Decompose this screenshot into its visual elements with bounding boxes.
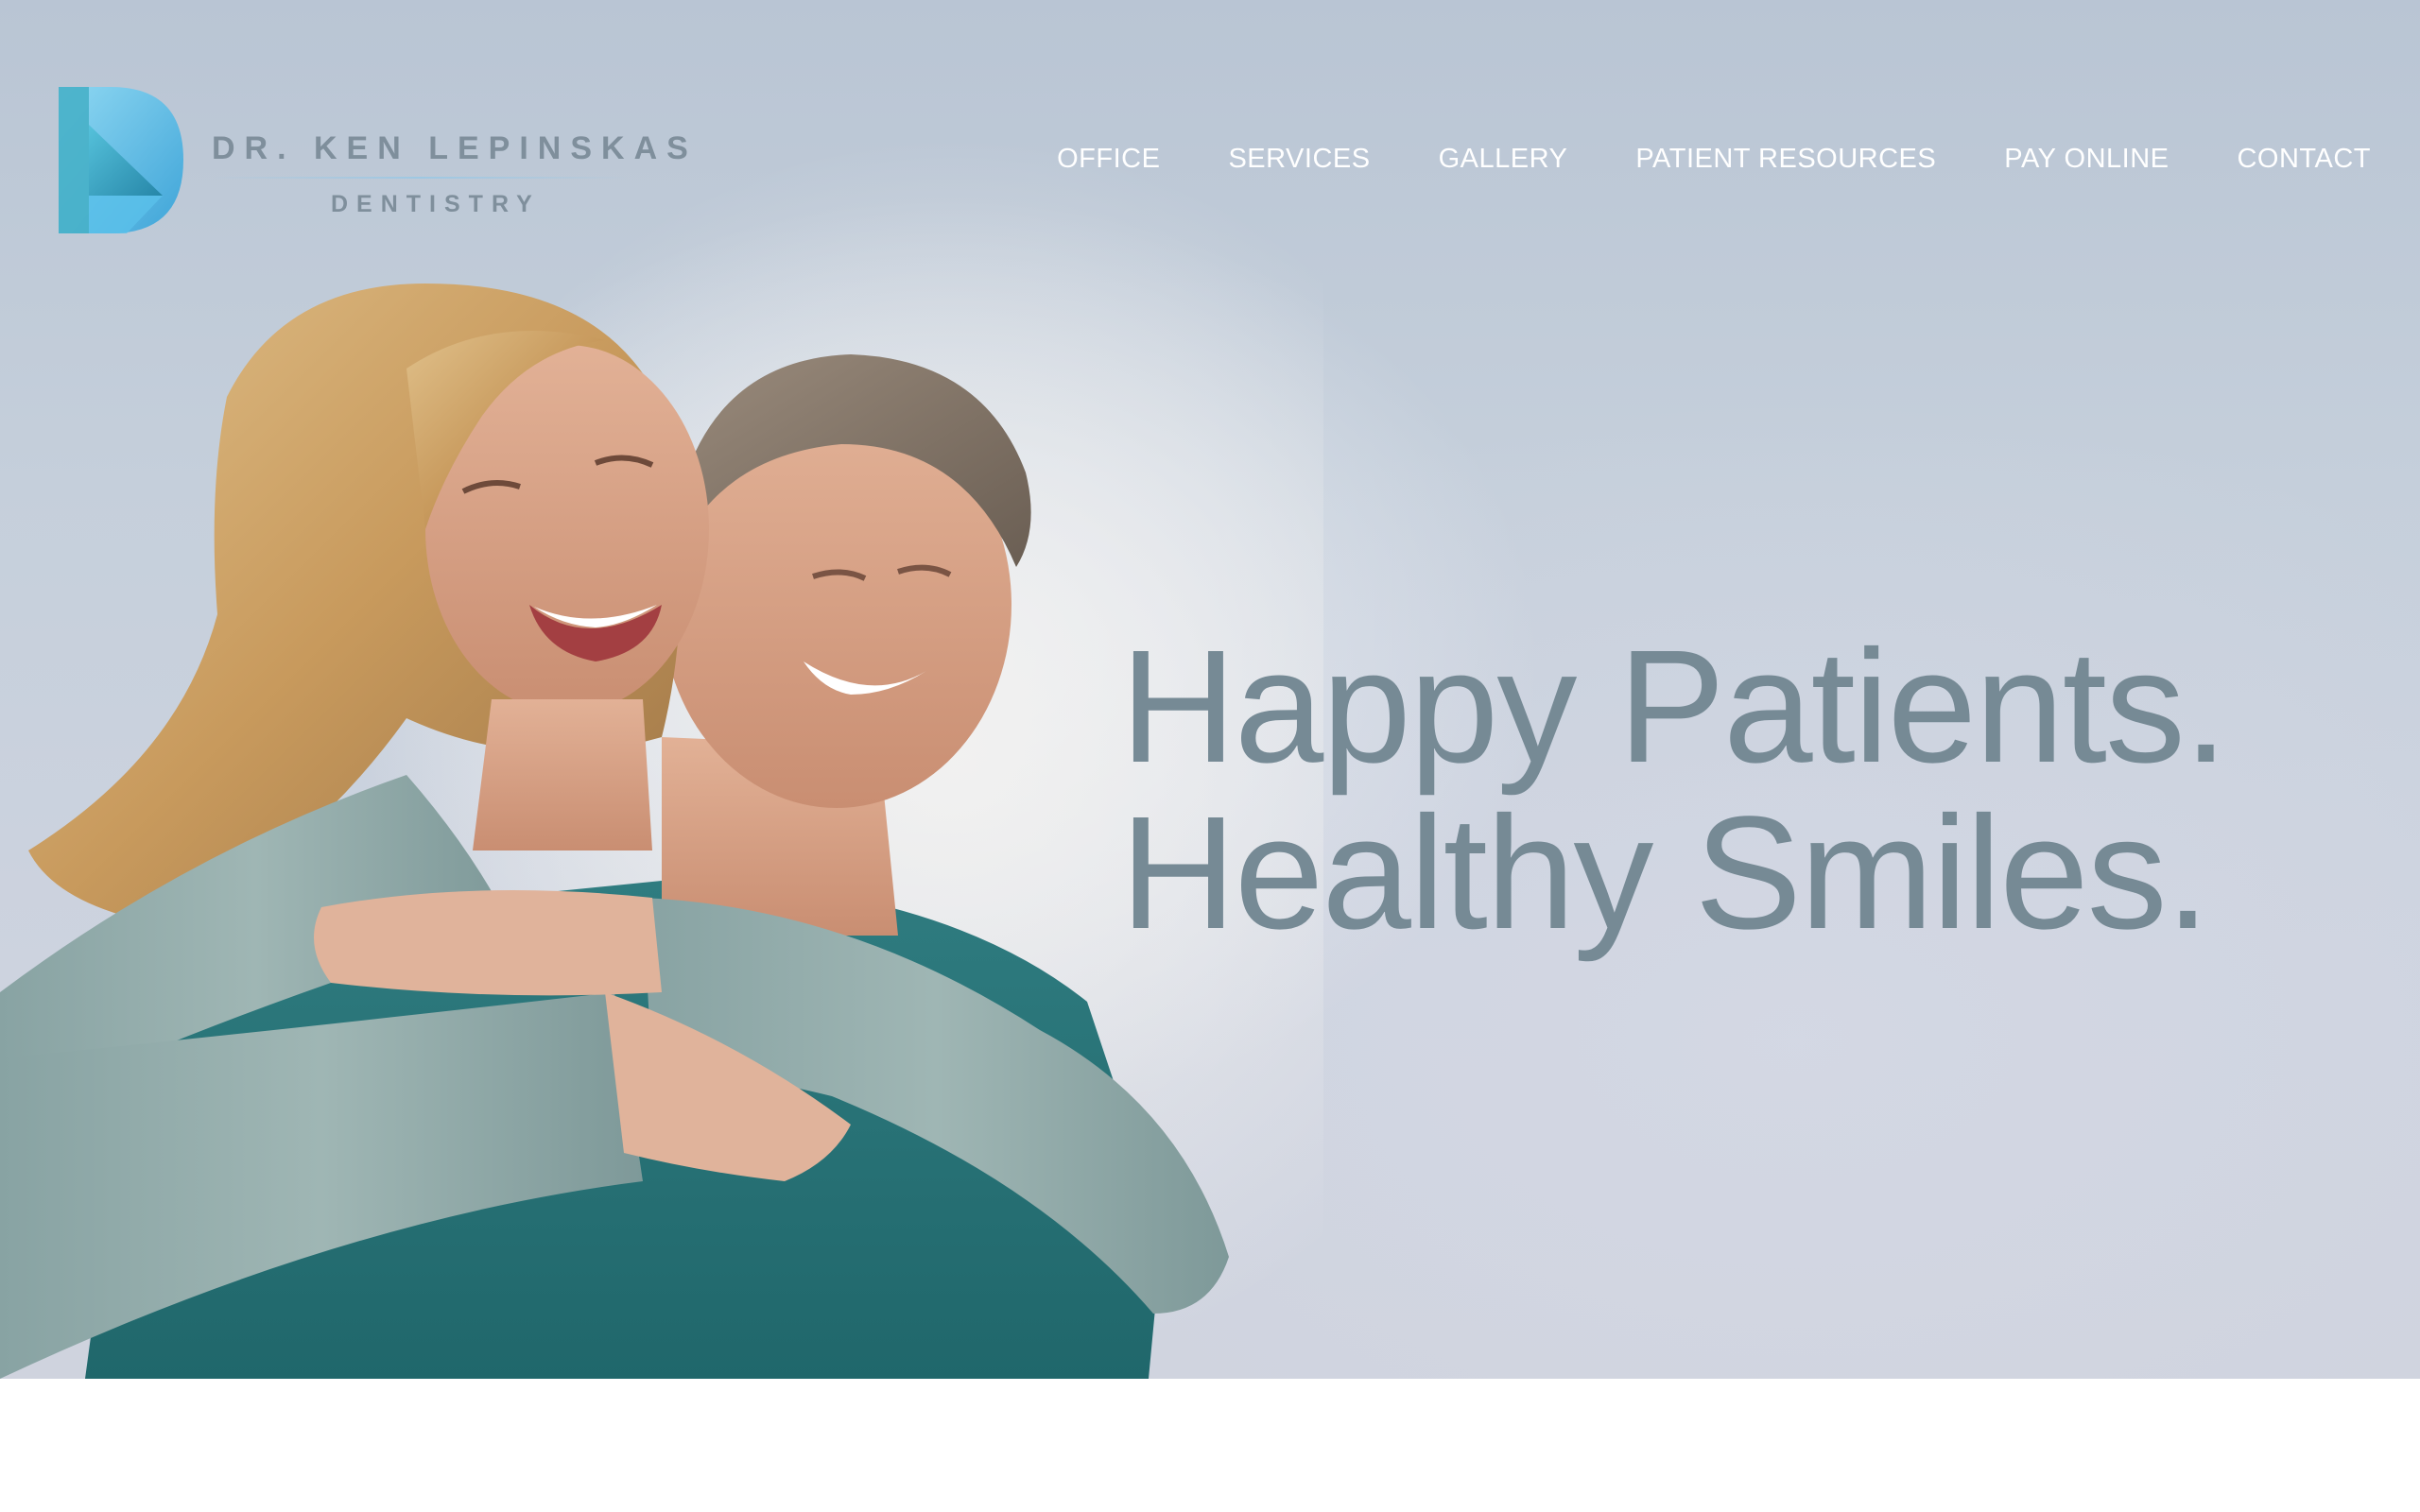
nav-item-gallery[interactable]: GALLERY [1439,144,1568,175]
nav-item-patient-resources[interactable]: PATIENT RESOURCES [1635,144,1936,175]
hero-section: DR. KEN LEPINSKAS DENTISTRY OFFICE SERVI… [0,0,2420,1379]
nav-item-services[interactable]: SERVICES [1228,144,1370,175]
nav-item-pay-online[interactable]: PAY ONLINE [2004,144,2169,175]
nav-item-office[interactable]: OFFICE [1057,144,1160,175]
brand-name: DR. KEN LEPINSKAS [212,130,698,166]
k-logo-icon [59,87,183,233]
main-nav: OFFICE SERVICES GALLERY PATIENT RESOURCE… [989,144,2371,175]
logo-divider [212,177,628,179]
hero-headline: Happy Patients. Healthy Smiles. [1120,617,2228,963]
hero-headline-line2: Healthy Smiles. [1120,783,2210,963]
page: DR. KEN LEPINSKAS DENTISTRY OFFICE SERVI… [0,0,2420,1512]
brand-subtitle: DENTISTRY [331,191,541,217]
nav-item-contact[interactable]: CONTACT [2237,144,2371,175]
brand-logo[interactable]: DR. KEN LEPINSKAS DENTISTRY [59,87,688,238]
content-section [0,1379,2420,1512]
hero-headline-line1: Happy Patients. [1120,617,2228,797]
